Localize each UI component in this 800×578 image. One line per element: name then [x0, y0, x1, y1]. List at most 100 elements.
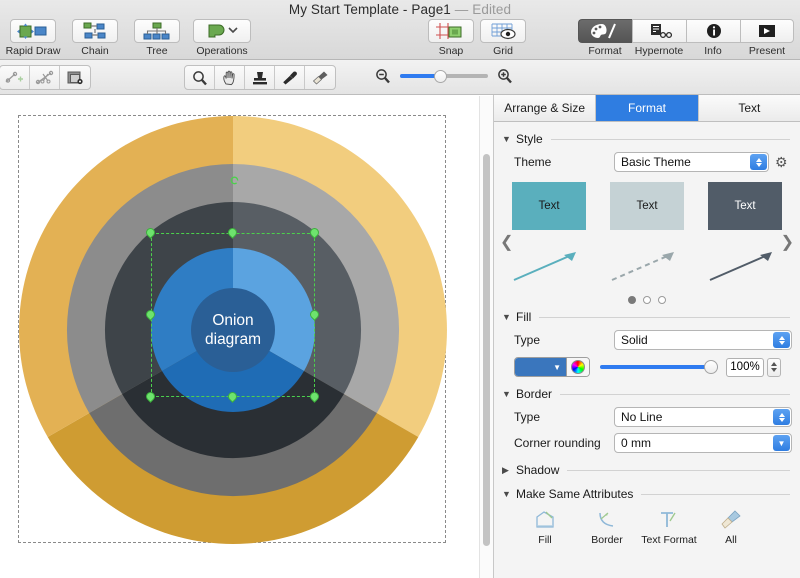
make-same-border-button[interactable]: Border — [576, 507, 638, 546]
theme-thumb-box[interactable]: Text — [610, 182, 684, 230]
page-boundary: Onion diagram — [18, 115, 446, 543]
rapid-draw-button[interactable] — [10, 19, 56, 43]
toolbar-label: Present — [749, 45, 785, 57]
disclosure-triangle-down-icon[interactable]: ▼ — [502, 389, 511, 399]
section-border-title: Border — [516, 387, 552, 401]
selection-overlay — [151, 233, 315, 397]
section-fill-title: Fill — [516, 310, 531, 324]
disclosure-triangle-down-icon[interactable]: ▼ — [502, 312, 511, 322]
zoom-in-icon[interactable] — [496, 68, 514, 84]
zoom-out-icon[interactable] — [374, 68, 392, 84]
theme-thumb-3[interactable]: Text — [708, 182, 782, 289]
scrollbar-thumb[interactable] — [483, 154, 490, 546]
tab-text[interactable]: Text — [699, 95, 800, 121]
tab-arrange-size[interactable]: Arrange & Size — [494, 95, 596, 121]
make-same-attributes-buttons: Fill Border — [514, 507, 800, 546]
tab-format[interactable]: Format — [596, 95, 698, 121]
document-title: My Start Template - Page1 — [289, 2, 451, 17]
theme-thumb-text: Text — [538, 200, 559, 212]
theme-thumb-box[interactable]: Text — [512, 182, 586, 230]
toolbar-item-operations[interactable]: Operations — [188, 19, 256, 57]
carousel-dot-3[interactable] — [658, 296, 666, 304]
theme-thumb-2[interactable]: Text — [610, 182, 684, 289]
eyedropper-tool-button[interactable] — [275, 66, 305, 89]
chevron-down-icon[interactable]: ▼ — [773, 435, 790, 451]
disclosure-triangle-down-icon[interactable]: ▼ — [502, 489, 511, 499]
toolbar-label: Tree — [146, 45, 167, 57]
rotate-handle-icon[interactable] — [229, 175, 240, 186]
add-connector-button[interactable] — [0, 66, 30, 89]
toolbar-item-chain[interactable]: Chain — [64, 19, 126, 57]
layer-button[interactable] — [60, 66, 90, 89]
section-shadow-title: Shadow — [516, 463, 559, 477]
carousel-dot-1[interactable] — [628, 296, 636, 304]
make-same-label: All — [725, 534, 737, 546]
toolbar-item-rapid-draw[interactable]: Rapid Draw — [2, 19, 64, 57]
fill-type-label: Type — [514, 333, 614, 347]
hand-tool-button[interactable] — [215, 66, 245, 89]
opacity-stepper[interactable] — [767, 358, 781, 377]
zoom-slider[interactable] — [400, 68, 488, 84]
toolbar-item-tree[interactable]: Tree — [126, 19, 188, 57]
brush-tool-button[interactable] — [305, 66, 335, 89]
zoom-control — [374, 68, 514, 84]
snap-button[interactable] — [428, 19, 474, 43]
stepper-arrows-icon[interactable] — [773, 332, 790, 348]
fill-color-control[interactable]: ▼ — [514, 357, 590, 377]
canvas-area[interactable]: Onion diagram — [0, 95, 476, 578]
tree-button[interactable] — [134, 19, 180, 43]
present-button[interactable] — [740, 19, 794, 43]
fill-color-swatch[interactable]: ▼ — [515, 358, 566, 376]
chevron-down-icon[interactable]: ▼ — [553, 363, 561, 372]
toolbar-item-present[interactable]: Present — [740, 19, 794, 57]
carousel-dot-2[interactable] — [643, 296, 651, 304]
opacity-slider-knob[interactable] — [704, 360, 718, 374]
stepper-arrows-icon[interactable] — [750, 154, 767, 170]
section-make-same-header[interactable]: ▼ Make Same Attributes — [502, 487, 800, 501]
toolbar-item-hypernote[interactable]: Hypernote — [632, 19, 686, 57]
info-button[interactable] — [686, 19, 740, 43]
chain-button[interactable] — [72, 19, 118, 43]
stepper-arrows-icon[interactable] — [773, 409, 790, 425]
fill-type-select[interactable]: Solid — [614, 330, 792, 350]
section-shadow-header[interactable]: ▶ Shadow — [502, 463, 800, 477]
toolbar-item-grid[interactable]: Grid — [477, 19, 529, 57]
grid-button[interactable] — [480, 19, 526, 43]
chevron-right-icon[interactable]: ❯ — [781, 232, 794, 252]
canvas-vertical-scrollbar[interactable] — [479, 96, 493, 578]
border-type-value: No Line — [621, 410, 662, 424]
make-same-label: Border — [591, 534, 623, 546]
hypernote-button[interactable] — [632, 19, 686, 43]
theme-thumb-box[interactable]: Text — [708, 182, 782, 230]
disclosure-triangle-right-icon[interactable]: ▶ — [502, 465, 511, 476]
magnifier-tool-button[interactable] — [185, 66, 215, 89]
toolbar-item-info[interactable]: Info — [686, 19, 740, 57]
corner-rounding-select[interactable]: 0 mm ▼ — [614, 433, 792, 453]
toolbar-item-format[interactable]: Format — [578, 19, 632, 57]
disclosure-triangle-down-icon[interactable]: ▼ — [502, 134, 511, 144]
format-button[interactable] — [578, 19, 632, 43]
color-picker-button[interactable] — [566, 358, 589, 376]
zoom-slider-knob[interactable] — [434, 70, 447, 83]
theme-select[interactable]: Basic Theme — [614, 152, 769, 172]
section-border-header[interactable]: ▼ Border — [502, 387, 800, 401]
section-fill-header[interactable]: ▼ Fill — [502, 310, 800, 324]
chevron-left-icon[interactable]: ❮ — [500, 232, 513, 252]
theme-thumb-1[interactable]: Text — [512, 182, 586, 289]
make-same-all-button[interactable]: All — [700, 507, 762, 546]
gear-icon[interactable]: ⚙ — [775, 155, 788, 169]
opacity-value[interactable]: 100% — [726, 358, 764, 377]
toolbar-mid-group: Snap Grid — [425, 19, 529, 57]
opacity-slider[interactable] — [600, 359, 718, 375]
present-icon — [755, 23, 779, 39]
make-same-text-format-button[interactable]: Text Format — [638, 507, 700, 546]
stamp-tool-button[interactable] — [245, 66, 275, 89]
make-same-fill-button[interactable]: Fill — [514, 507, 576, 546]
toolbar-item-snap[interactable]: Snap — [425, 19, 477, 57]
operations-button[interactable] — [193, 19, 251, 43]
cut-connector-button[interactable] — [30, 66, 60, 89]
section-style-header[interactable]: ▼ Style — [502, 132, 800, 146]
carousel-page-dots — [494, 296, 800, 304]
title-bar: My Start Template - Page1 — Edited Rapid… — [0, 0, 800, 60]
border-type-select[interactable]: No Line — [614, 407, 792, 427]
